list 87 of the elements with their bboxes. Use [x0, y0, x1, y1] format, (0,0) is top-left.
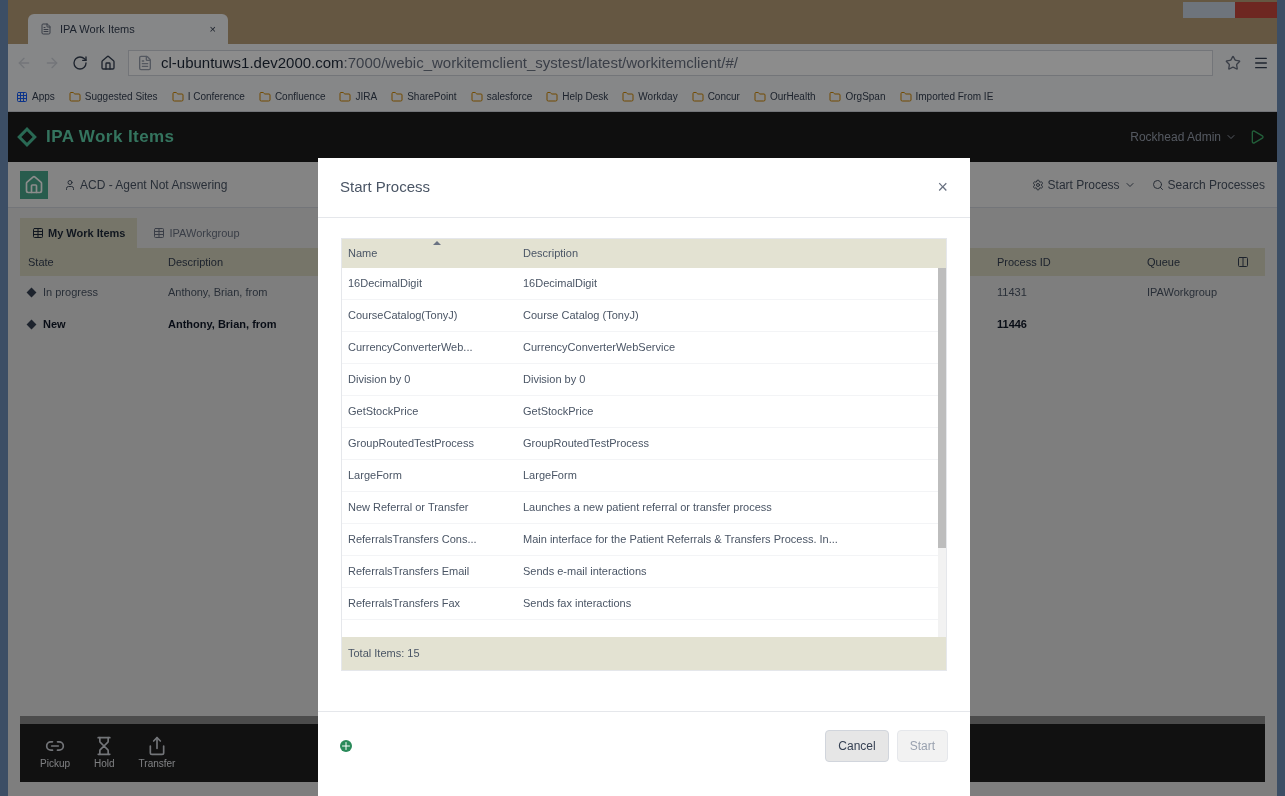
folder-icon	[470, 90, 483, 103]
home-icon[interactable]	[100, 55, 116, 71]
interaction-label[interactable]: ACD - Agent Not Answering	[80, 175, 228, 194]
bookmark-label[interactable]: Workday	[638, 89, 678, 104]
app-title: IPA Work Items	[46, 126, 175, 149]
table-icon	[153, 227, 166, 239]
bookmark-label[interactable]: Apps	[32, 89, 55, 104]
process-row[interactable]: Division by 0 Division by 0	[342, 364, 938, 396]
bookmark-label[interactable]: Confluence	[274, 89, 326, 104]
add-icon[interactable]	[340, 739, 352, 752]
status-icon[interactable]	[1249, 129, 1265, 145]
search-icon[interactable]	[1151, 178, 1164, 191]
folder-icon	[546, 90, 559, 103]
person-icon	[64, 178, 76, 191]
work-items-tab[interactable]: My Work Items	[20, 218, 138, 248]
star-icon[interactable]	[1225, 55, 1241, 71]
reload-icon[interactable]	[72, 55, 88, 71]
search-processes-link[interactable]: Search Processes	[1167, 175, 1265, 194]
browser-tab[interactable]: IPA Work Items ×	[28, 14, 228, 44]
address-field[interactable]: cl-ubuntuws1.dev2000.com:7000/webic_workitemclient_systest/latest/workitemclient/#/	[128, 50, 1213, 76]
bookmark-label[interactable]: Help Desk	[562, 89, 609, 104]
table-cell-text: IPAWorkgroup	[1147, 284, 1219, 300]
tab-close[interactable]: ×	[209, 20, 216, 38]
folder-icon	[339, 90, 352, 103]
total-items: Total Items: 15	[348, 646, 420, 662]
process-row[interactable]: ReferralsTransfers Fax Sends fax interactions	[342, 588, 938, 620]
process-row[interactable]: 16DecimalDigit 16DecimalDigit	[342, 268, 938, 300]
process-row[interactable]: GetStockPrice GetStockPrice	[342, 396, 938, 428]
process-row[interactable]: CurrencyConverterWeb... CurrencyConverterWebService	[342, 332, 938, 364]
table-cell-text: Anthony, Brian, from	[168, 284, 268, 300]
process-row[interactable]: LargeForm LargeForm	[342, 460, 938, 492]
table-icon	[32, 227, 44, 239]
table-cell-text: 11431	[997, 284, 1028, 300]
dialog-title: Start Process	[340, 177, 432, 198]
grid-icon	[16, 90, 28, 103]
toolbar-button[interactable]: Pickup	[40, 735, 70, 771]
column-header[interactable]: Queue	[1147, 253, 1237, 271]
bookmark-label[interactable]: Concur	[707, 89, 740, 104]
column-header[interactable]: Process ID	[997, 253, 1147, 271]
toolbar-button[interactable]: Transfer	[138, 735, 176, 771]
url-text: cl-ubuntuws1.dev2000.com:7000/webic_workitemclient_systest/latest/workitemclient/#/	[161, 52, 738, 73]
bookmark-label[interactable]: JIRA	[355, 89, 378, 104]
table-cell-text: Anthony, Brian, from	[168, 316, 277, 332]
sort-icon	[433, 241, 441, 246]
close-button[interactable]: ×	[937, 174, 948, 201]
toolbar-button[interactable]: Hold	[94, 735, 115, 771]
folder-icon	[829, 90, 842, 103]
folder-icon	[68, 90, 81, 103]
column-header[interactable]: Name	[348, 245, 523, 262]
page-icon	[137, 55, 153, 71]
columns-icon[interactable]	[1237, 256, 1249, 268]
folder-icon	[391, 90, 404, 103]
bookmark-label[interactable]: salesforce	[486, 89, 533, 104]
bookmark-label[interactable]: I Conference	[187, 89, 245, 104]
process-row[interactable]: CourseCatalog(TonyJ) Course Catalog (TonyJ)	[342, 300, 938, 332]
bookmark-label[interactable]: Imported From IE	[915, 89, 994, 104]
bookmark-label[interactable]: Suggested Sites	[84, 89, 158, 104]
column-header[interactable]: State	[28, 253, 168, 271]
user-menu[interactable]: Rockhead Admin	[1130, 128, 1221, 146]
work-items-tab[interactable]: IPAWorkgroup	[141, 218, 252, 248]
table-cell-text: 11446	[997, 316, 1028, 332]
state-cell-text: New	[43, 316, 66, 332]
folder-icon	[753, 90, 766, 103]
scrollbar[interactable]	[938, 268, 946, 637]
state-cell-text: In progress	[43, 284, 99, 300]
share-icon	[147, 735, 168, 756]
process-row[interactable]: New Referral or Transfer Launches a new patient referral or transfer process	[342, 492, 938, 524]
folder-icon	[691, 90, 704, 103]
gear-icon[interactable]	[1031, 178, 1044, 191]
process-row[interactable]: ReferralsTransfers Cons... Main interface for the Patient Referrals & Transfers Process. In...	[342, 524, 938, 556]
dialog-button[interactable]: Cancel	[825, 729, 889, 762]
folder-icon	[171, 90, 184, 103]
folder-icon	[258, 90, 271, 103]
home-icon[interactable]	[20, 170, 48, 199]
folder-icon	[622, 90, 635, 103]
process-row[interactable]: ReferralsTransfers Email Sends e-mail interactions	[342, 556, 938, 588]
bookmark-label[interactable]: SharePoint	[407, 89, 457, 104]
bookmark-label[interactable]: OurHealth	[769, 89, 816, 104]
window-controls-drawing[interactable]	[1183, 2, 1277, 18]
column-header[interactable]: Description	[523, 245, 940, 262]
process-row[interactable]: GroupRoutedTestProcess GroupRoutedTestProcess	[342, 428, 938, 460]
bookmark-label[interactable]: OrgSpan	[845, 89, 886, 104]
folder-icon	[899, 90, 912, 103]
start-process-menu[interactable]: Start Process	[1047, 175, 1120, 194]
menu-icon[interactable]	[1253, 55, 1269, 71]
tab-title: IPA Work Items	[60, 21, 136, 37]
page-icon	[40, 23, 52, 35]
